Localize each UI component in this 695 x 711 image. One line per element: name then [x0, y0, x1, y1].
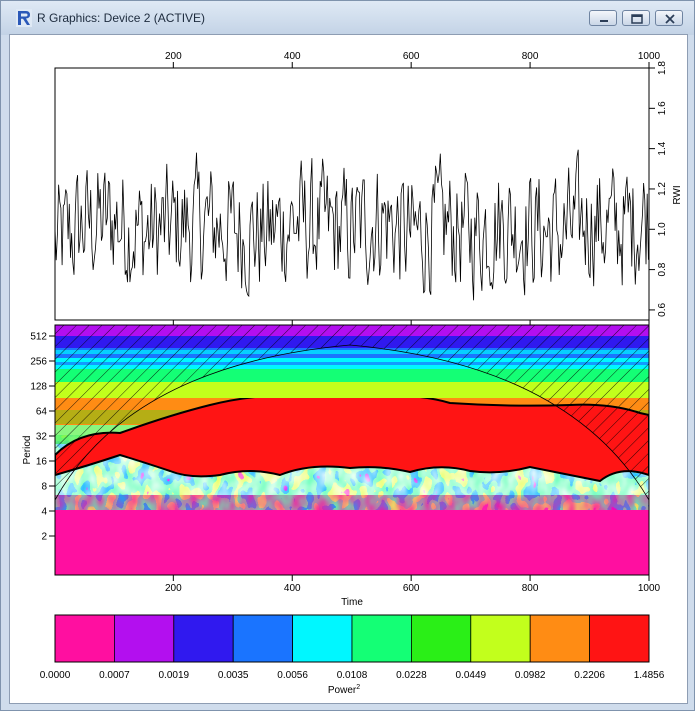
legend-swatch — [410, 614, 472, 663]
title-bar[interactable]: R Graphics: Device 2 (ACTIVE) — [1, 1, 694, 35]
graphics-device-area: 200 400 600 800 1000 0.6 0.8 1.0 1.2 1.4 1.6 1.8 R… — [9, 34, 688, 704]
close-button[interactable] — [655, 10, 683, 26]
legend-swatch — [470, 614, 531, 663]
legend-tick-label: 0.0056 — [277, 670, 308, 681]
time-axis: 200 400 600 800 1000 — [165, 575, 661, 594]
legend-swatch — [114, 614, 175, 663]
restore-button[interactable] — [622, 10, 650, 26]
top-x-tick-label: 600 — [403, 51, 420, 62]
time-tick-label: 600 — [403, 583, 420, 594]
period-tick-label: 4 — [41, 507, 47, 518]
time-tick-label: 800 — [522, 583, 539, 594]
period-tick-label: 32 — [36, 432, 48, 443]
right-y-tick-label: 1.2 — [657, 182, 668, 196]
power-heatmap — [55, 325, 649, 575]
legend-swatch — [173, 614, 234, 663]
top-x-tick-label: 1000 — [638, 51, 661, 62]
legend-swatch — [292, 614, 353, 663]
period-tick-label: 16 — [36, 457, 48, 468]
legend-swatch — [529, 614, 591, 663]
r-logo-icon — [16, 9, 32, 27]
right-y-tick-label: 0.8 — [657, 262, 668, 276]
legend-axis-label: Power2 — [328, 684, 360, 696]
period-tick-label: 64 — [36, 407, 48, 418]
legend-tick-label: 0.0000 — [40, 670, 71, 681]
legend-tick-label: 0.0228 — [396, 670, 427, 681]
window-title: R Graphics: Device 2 (ACTIVE) — [37, 11, 206, 25]
minimize-icon — [600, 20, 608, 22]
legend-swatch — [232, 614, 293, 663]
time-axis-label: Time — [341, 597, 363, 608]
right-y-tick-label: 1.8 — [657, 61, 668, 75]
period-axis-label: Period — [22, 436, 33, 465]
legend-swatch — [351, 614, 412, 663]
right-y-tick-label: 1.0 — [657, 222, 668, 236]
legend-tick-label: 0.0982 — [515, 670, 546, 681]
period-tick-label: 8 — [41, 482, 47, 493]
legend-tick-label: 0.0007 — [99, 670, 130, 681]
period-tick-label: 256 — [30, 357, 47, 368]
top-x-tick-label: 400 — [284, 51, 301, 62]
legend-tick-label: 0.0108 — [337, 670, 368, 681]
restore-icon — [631, 14, 643, 24]
minimize-button[interactable] — [589, 10, 617, 26]
legend-tick-label: 0.0019 — [159, 670, 190, 681]
legend-tick-label: 0.0449 — [456, 670, 487, 681]
top-x-tick-label: 800 — [522, 51, 539, 62]
time-tick-label: 400 — [284, 583, 301, 594]
right-y-tick-label: 1.4 — [657, 141, 668, 155]
period-tick-label: 128 — [30, 382, 47, 393]
time-tick-label: 200 — [165, 583, 182, 594]
r-graphics-window: R Graphics: Device 2 (ACTIVE) 200 400 60… — [0, 0, 695, 711]
legend-swatch — [54, 614, 115, 663]
top-x-tick-label: 200 — [165, 51, 182, 62]
wavelet-power-panel: 200 400 600 800 1000 2 4 8 16 32 64 128 256 512 Time… — [22, 324, 661, 608]
period-tick-label: 2 — [41, 532, 47, 543]
right-y-axis: 0.6 0.8 1.0 1.2 1.4 1.6 1.8 — [649, 61, 668, 317]
wavelet-figure: 200 400 600 800 1000 0.6 0.8 1.0 1.2 1.4 1.6 1.8 R… — [22, 51, 683, 696]
legend-swatch — [589, 614, 650, 663]
period-axis: 2 4 8 16 32 64 128 256 512 — [30, 332, 55, 543]
period-tick-label: 512 — [30, 332, 47, 343]
rwi-axis-label: RWI — [672, 185, 683, 204]
right-y-tick-label: 1.6 — [657, 101, 668, 115]
close-icon — [665, 14, 675, 24]
right-y-tick-label: 0.6 — [657, 303, 668, 317]
time-tick-label: 1000 — [638, 583, 661, 594]
rwi-time-series-panel: 200 400 600 800 1000 0.6 0.8 1.0 1.2 1.4 1.6 1.8 R… — [54, 51, 683, 325]
legend-tick-label: 1.4856 — [634, 670, 665, 681]
legend-tick-label: 0.0035 — [218, 670, 249, 681]
legend-tick-label: 0.2206 — [574, 670, 605, 681]
power-color-legend: 0.0000 0.0007 0.0019 0.0035 0.0056 0.0108 0.02… — [40, 614, 665, 696]
